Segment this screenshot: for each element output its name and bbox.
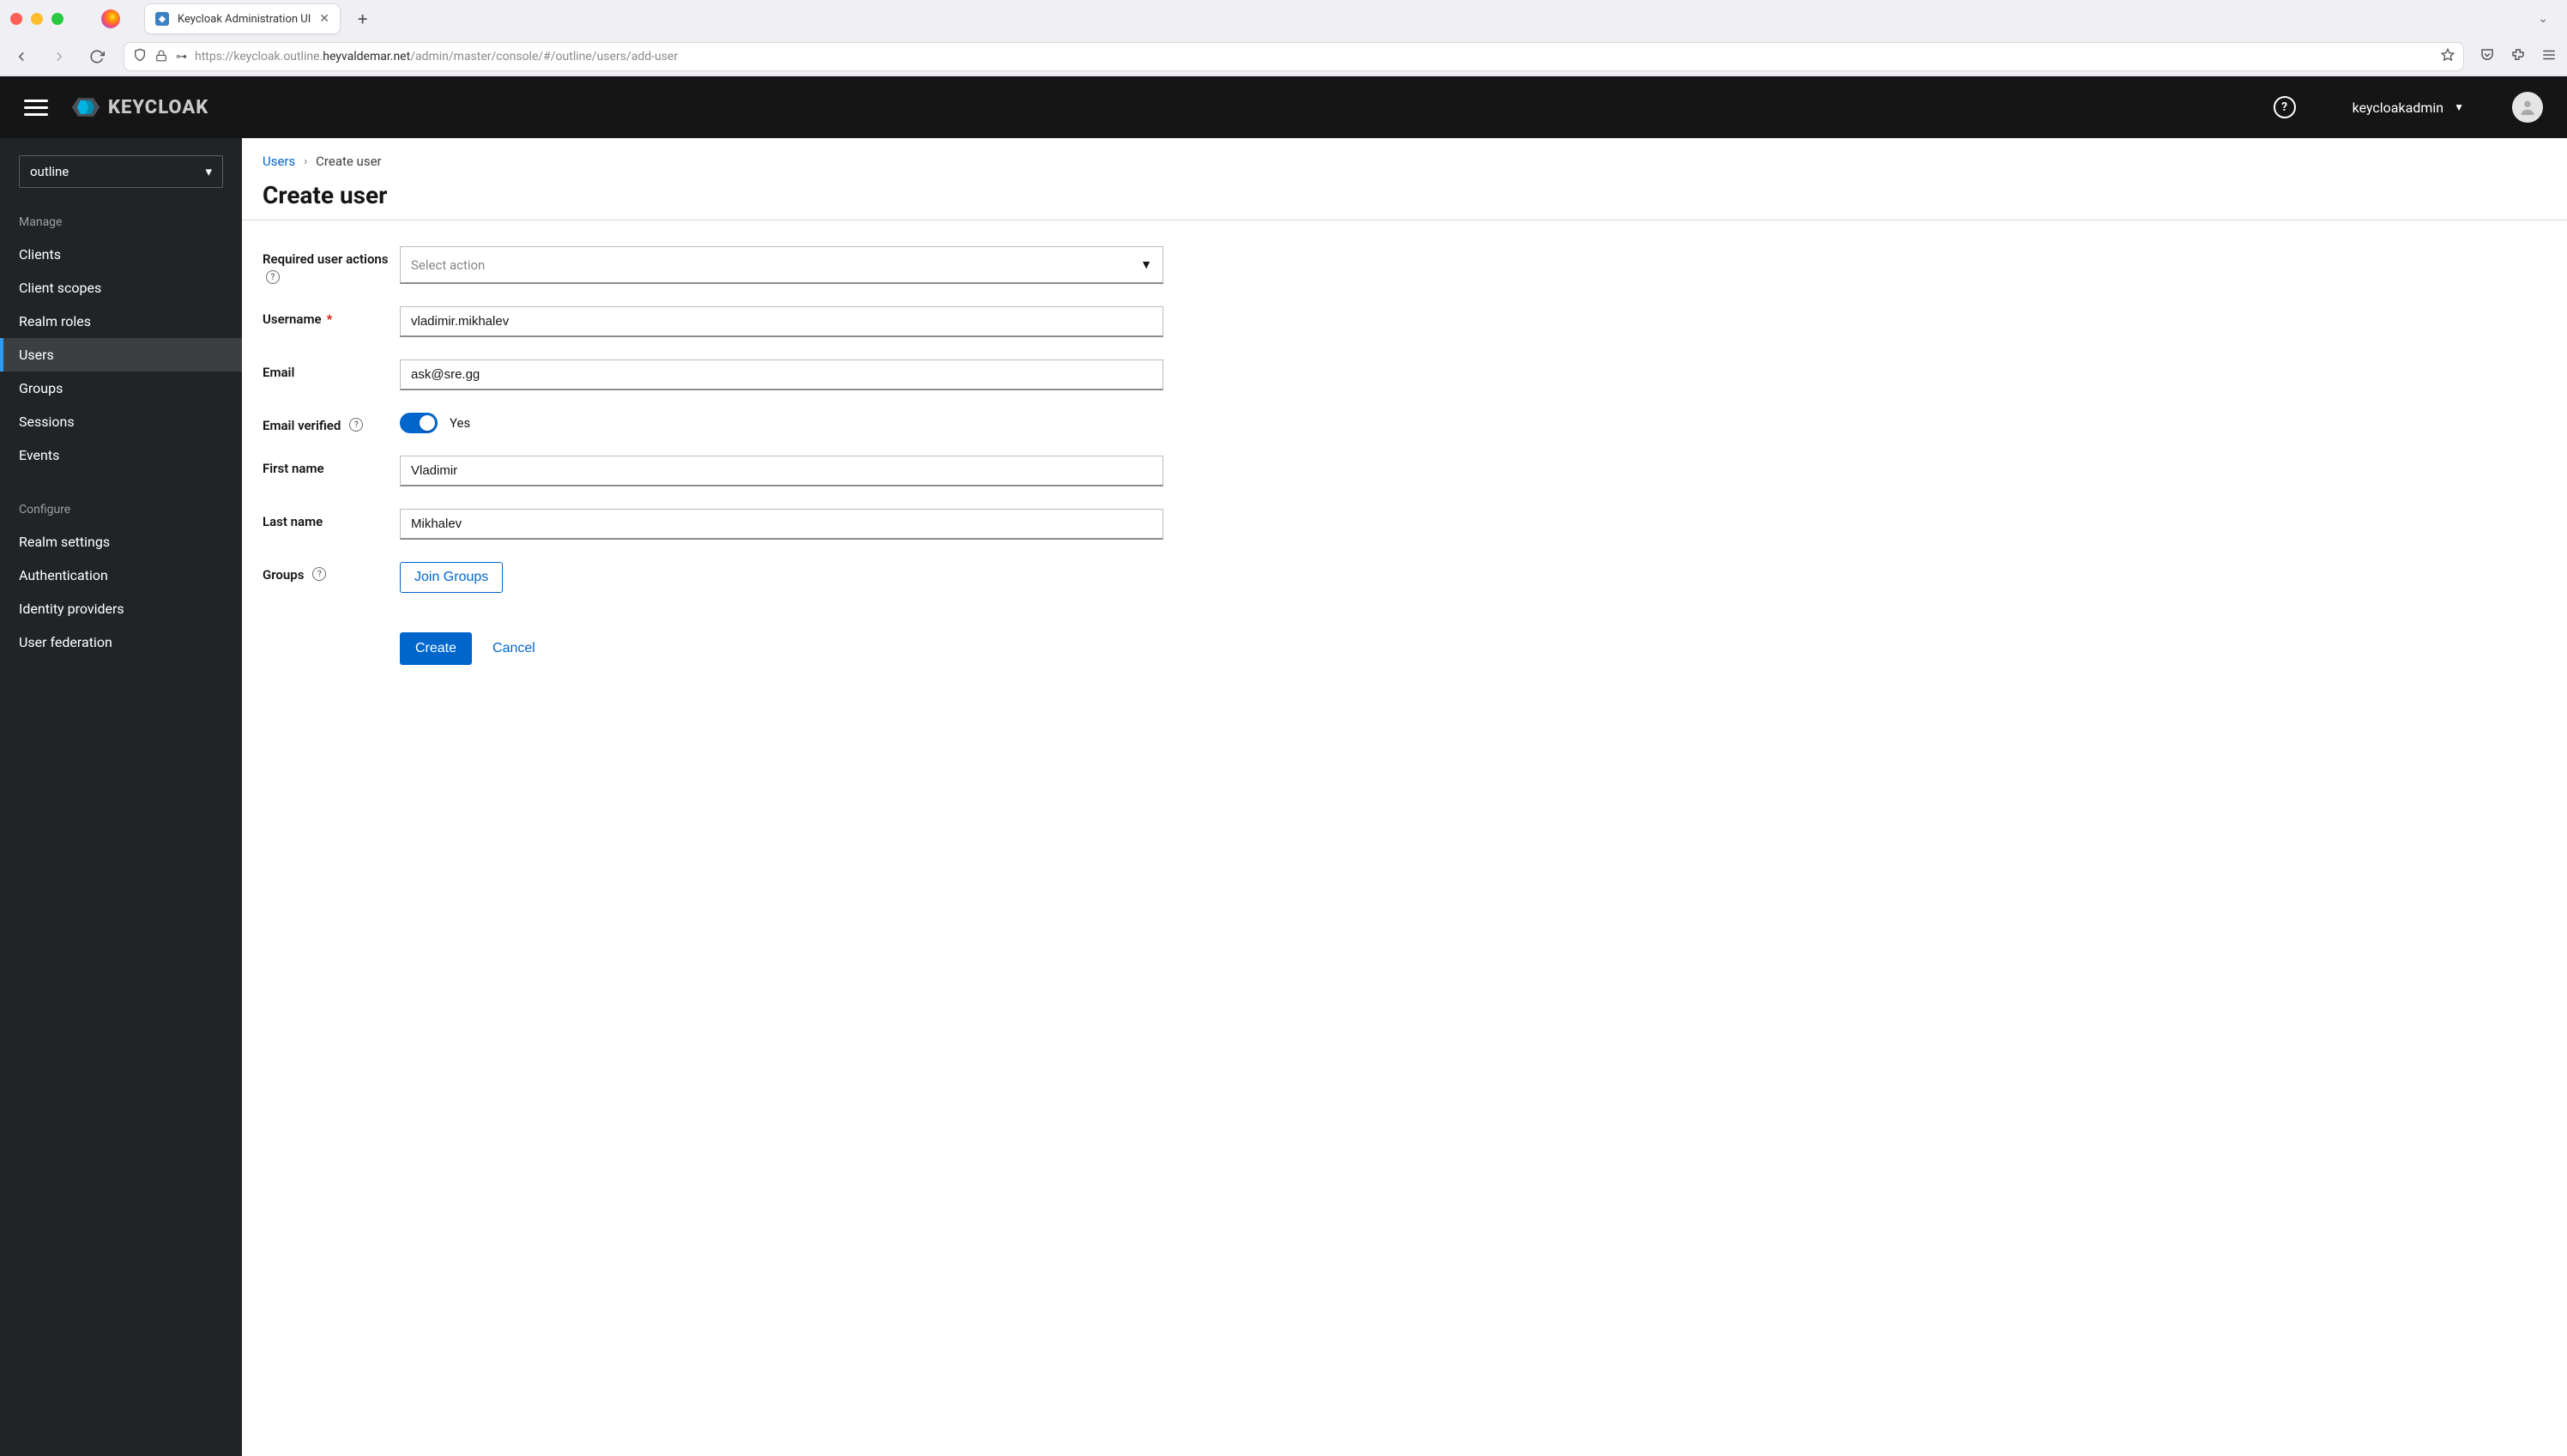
- sidebar-item-realm-settings[interactable]: Realm settings: [0, 525, 242, 559]
- back-button[interactable]: [10, 45, 33, 68]
- app-menu-icon[interactable]: [2541, 47, 2557, 66]
- all-tabs-button[interactable]: ⌄: [2529, 12, 2557, 26]
- lock-icon: [155, 49, 167, 65]
- cancel-button[interactable]: Cancel: [492, 641, 535, 656]
- form-actions: Create Cancel: [400, 632, 1163, 665]
- help-icon[interactable]: ?: [266, 270, 280, 284]
- email-verified-toggle-label: Yes: [450, 415, 470, 431]
- sidebar-item-events[interactable]: Events: [0, 438, 242, 472]
- email-verified-row: Yes: [400, 413, 1163, 433]
- user-menu[interactable]: keycloakadmin ▼: [2353, 100, 2464, 116]
- help-icon[interactable]: ?: [312, 567, 326, 581]
- email-input[interactable]: [400, 359, 1163, 390]
- sidebar-item-identity-providers[interactable]: Identity providers: [0, 592, 242, 625]
- sidebar: outline ▾ Manage Clients Client scopes R…: [0, 138, 242, 1456]
- key-icon: ⊶: [176, 51, 186, 63]
- join-groups-button[interactable]: Join Groups: [400, 562, 503, 593]
- sidebar-section-configure: Configure: [0, 491, 242, 525]
- url-text: https://keycloak.outline.heyvaldemar.net…: [195, 50, 2432, 63]
- kc-logo[interactable]: KEYCLOAK: [70, 92, 208, 123]
- realm-selector[interactable]: outline ▾: [19, 155, 223, 188]
- help-button[interactable]: ?: [2274, 96, 2296, 118]
- browser-toolbar: ⊶ https://keycloak.outline.heyvaldemar.n…: [0, 38, 2567, 76]
- bookmark-star-icon[interactable]: [2441, 48, 2455, 65]
- label-last-name: Last name: [263, 509, 400, 540]
- required-actions-placeholder: Select action: [411, 257, 485, 273]
- label-username: Username*: [263, 306, 400, 337]
- shield-icon: [133, 48, 147, 65]
- maximize-window-button[interactable]: [51, 13, 63, 25]
- breadcrumb-current: Create user: [316, 154, 381, 169]
- label-required-actions: Required user actions ?: [263, 246, 400, 284]
- tab-title: Keycloak Administration UI: [178, 13, 311, 26]
- breadcrumb: Users › Create user: [263, 154, 2546, 169]
- close-window-button[interactable]: [10, 13, 22, 25]
- new-tab-button[interactable]: +: [358, 9, 367, 29]
- page-title: Create user: [263, 181, 2546, 209]
- first-name-input[interactable]: [400, 456, 1163, 486]
- address-bar[interactable]: ⊶ https://keycloak.outline.heyvaldemar.n…: [124, 42, 2464, 71]
- titlebar: ◆ Keycloak Administration UI ✕ + ⌄: [0, 0, 2567, 38]
- help-icon[interactable]: ?: [349, 418, 363, 432]
- realm-selector-label: outline: [30, 164, 69, 179]
- divider: [242, 220, 2567, 221]
- close-tab-icon[interactable]: ✕: [319, 12, 329, 26]
- keycloak-favicon-icon: ◆: [155, 12, 169, 26]
- window-controls: [10, 13, 77, 25]
- username-input[interactable]: [400, 306, 1163, 337]
- chevron-right-icon: ›: [304, 155, 307, 168]
- firefox-icon: [101, 9, 120, 28]
- sidebar-item-users[interactable]: Users: [0, 338, 242, 372]
- extensions-icon[interactable]: [2510, 47, 2526, 66]
- breadcrumb-users-link[interactable]: Users: [263, 154, 295, 169]
- chevron-down-icon: ▼: [2454, 101, 2464, 113]
- keycloak-logo-icon: [70, 92, 101, 123]
- label-email: Email: [263, 359, 400, 390]
- browser-chrome: ◆ Keycloak Administration UI ✕ + ⌄ ⊶ htt…: [0, 0, 2567, 76]
- sidebar-section-manage: Manage: [0, 203, 242, 238]
- sidebar-item-groups[interactable]: Groups: [0, 372, 242, 405]
- main-content: Users › Create user Create user Required…: [242, 138, 2567, 1456]
- brand-text: KEYCLOAK: [108, 97, 208, 118]
- chevron-down-icon: ▾: [205, 164, 212, 179]
- pocket-icon[interactable]: [2479, 47, 2495, 66]
- create-user-form: Required user actions ? Select action ▼ …: [263, 246, 1163, 665]
- minimize-window-button[interactable]: [31, 13, 43, 25]
- label-email-verified: Email verified ?: [263, 413, 400, 433]
- required-actions-select[interactable]: Select action ▼: [400, 246, 1163, 284]
- last-name-input[interactable]: [400, 509, 1163, 540]
- browser-tab[interactable]: ◆ Keycloak Administration UI ✕: [144, 3, 341, 34]
- sidebar-item-sessions[interactable]: Sessions: [0, 405, 242, 438]
- label-groups: Groups ?: [263, 562, 400, 593]
- sidebar-item-user-federation[interactable]: User federation: [0, 625, 242, 659]
- chevron-down-icon: ▼: [1140, 257, 1152, 272]
- kc-header: KEYCLOAK ? keycloakadmin ▼: [0, 76, 2567, 138]
- forward-button[interactable]: [48, 45, 70, 68]
- reload-button[interactable]: [86, 45, 108, 68]
- sidebar-item-authentication[interactable]: Authentication: [0, 559, 242, 592]
- label-first-name: First name: [263, 456, 400, 486]
- sidebar-toggle-button[interactable]: [24, 100, 48, 116]
- create-button[interactable]: Create: [400, 632, 472, 665]
- sidebar-item-client-scopes[interactable]: Client scopes: [0, 271, 242, 305]
- user-name: keycloakadmin: [2353, 100, 2444, 116]
- email-verified-toggle[interactable]: [400, 413, 438, 433]
- sidebar-item-clients[interactable]: Clients: [0, 238, 242, 271]
- sidebar-item-realm-roles[interactable]: Realm roles: [0, 305, 242, 338]
- avatar[interactable]: [2512, 92, 2543, 123]
